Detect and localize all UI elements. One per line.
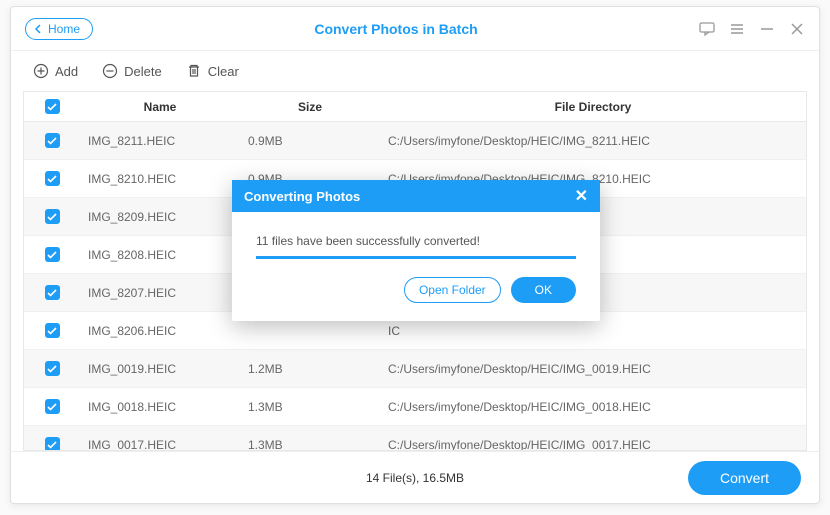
arrow-left-icon (34, 24, 44, 34)
open-folder-button[interactable]: Open Folder (404, 277, 501, 303)
table-row[interactable]: IMG_0019.HEIC1.2MBC:/Users/imyfone/Deskt… (24, 350, 806, 388)
table-header: Name Size File Directory (23, 91, 807, 121)
delete-button[interactable]: Delete (102, 63, 162, 79)
home-button[interactable]: Home (25, 18, 93, 40)
header-size: Size (240, 100, 380, 114)
row-checkbox[interactable] (45, 399, 60, 414)
row-checkbox[interactable] (45, 247, 60, 262)
footer: 14 File(s), 16.5MB Convert (11, 451, 819, 503)
cell-size: 1.2MB (240, 362, 380, 376)
cell-size: 1.3MB (240, 400, 380, 414)
modal-close-icon[interactable]: ✕ (575, 186, 588, 206)
cell-name: IMG_8211.HEIC (80, 134, 240, 148)
menu-icon[interactable] (729, 21, 745, 37)
trash-icon (186, 63, 202, 79)
window-controls (699, 21, 805, 37)
add-label: Add (55, 64, 78, 79)
plus-circle-icon (33, 63, 49, 79)
ok-button[interactable]: OK (511, 277, 576, 303)
header-dir: File Directory (380, 100, 806, 114)
progress-bar (256, 256, 576, 259)
table-row[interactable]: IMG_0017.HEIC1.3MBC:/Users/imyfone/Deskt… (24, 426, 806, 451)
feedback-icon[interactable] (699, 21, 715, 37)
converting-modal: Converting Photos ✕ 11 files have been s… (232, 180, 600, 321)
modal-message: 11 files have been successfully converte… (256, 234, 576, 248)
cell-name: IMG_8209.HEIC (80, 210, 240, 224)
cell-name: IMG_8206.HEIC (80, 324, 240, 338)
page-title: Convert Photos in Batch (93, 21, 699, 37)
cell-dir: C:/Users/imyfone/Desktop/HEIC/IMG_0017.H… (380, 438, 806, 452)
cell-name: IMG_0017.HEIC (80, 438, 240, 452)
clear-button[interactable]: Clear (186, 63, 239, 79)
row-checkbox[interactable] (45, 171, 60, 186)
row-checkbox[interactable] (45, 323, 60, 338)
add-button[interactable]: Add (33, 63, 78, 79)
row-checkbox[interactable] (45, 209, 60, 224)
modal-actions: Open Folder OK (256, 277, 576, 303)
delete-label: Delete (124, 64, 162, 79)
row-checkbox[interactable] (45, 437, 60, 451)
footer-info: 14 File(s), 16.5MB (366, 471, 464, 485)
clear-label: Clear (208, 64, 239, 79)
cell-name: IMG_8207.HEIC (80, 286, 240, 300)
cell-dir: C:/Users/imyfone/Desktop/HEIC/IMG_8211.H… (380, 134, 806, 148)
cell-name: IMG_8210.HEIC (80, 172, 240, 186)
home-label: Home (48, 22, 80, 36)
close-icon[interactable] (789, 21, 805, 37)
titlebar: Home Convert Photos in Batch (11, 7, 819, 51)
toolbar: Add Delete Clear (11, 51, 819, 91)
modal-header: Converting Photos ✕ (232, 180, 600, 212)
cell-size: 0.9MB (240, 134, 380, 148)
minus-circle-icon (102, 63, 118, 79)
table-row[interactable]: IMG_0018.HEIC1.3MBC:/Users/imyfone/Deskt… (24, 388, 806, 426)
cell-name: IMG_8208.HEIC (80, 248, 240, 262)
cell-dir: IC (380, 324, 806, 338)
row-checkbox[interactable] (45, 361, 60, 376)
modal-title: Converting Photos (244, 189, 360, 204)
convert-button[interactable]: Convert (688, 461, 801, 495)
cell-name: IMG_0019.HEIC (80, 362, 240, 376)
cell-size: 1.3MB (240, 438, 380, 452)
row-checkbox[interactable] (45, 133, 60, 148)
header-name: Name (80, 100, 240, 114)
modal-body: 11 files have been successfully converte… (232, 212, 600, 321)
minimize-icon[interactable] (759, 21, 775, 37)
table-row[interactable]: IMG_8211.HEIC0.9MBC:/Users/imyfone/Deskt… (24, 122, 806, 160)
select-all-checkbox[interactable] (45, 99, 60, 114)
row-checkbox[interactable] (45, 285, 60, 300)
cell-dir: C:/Users/imyfone/Desktop/HEIC/IMG_0018.H… (380, 400, 806, 414)
cell-name: IMG_0018.HEIC (80, 400, 240, 414)
cell-dir: C:/Users/imyfone/Desktop/HEIC/IMG_0019.H… (380, 362, 806, 376)
